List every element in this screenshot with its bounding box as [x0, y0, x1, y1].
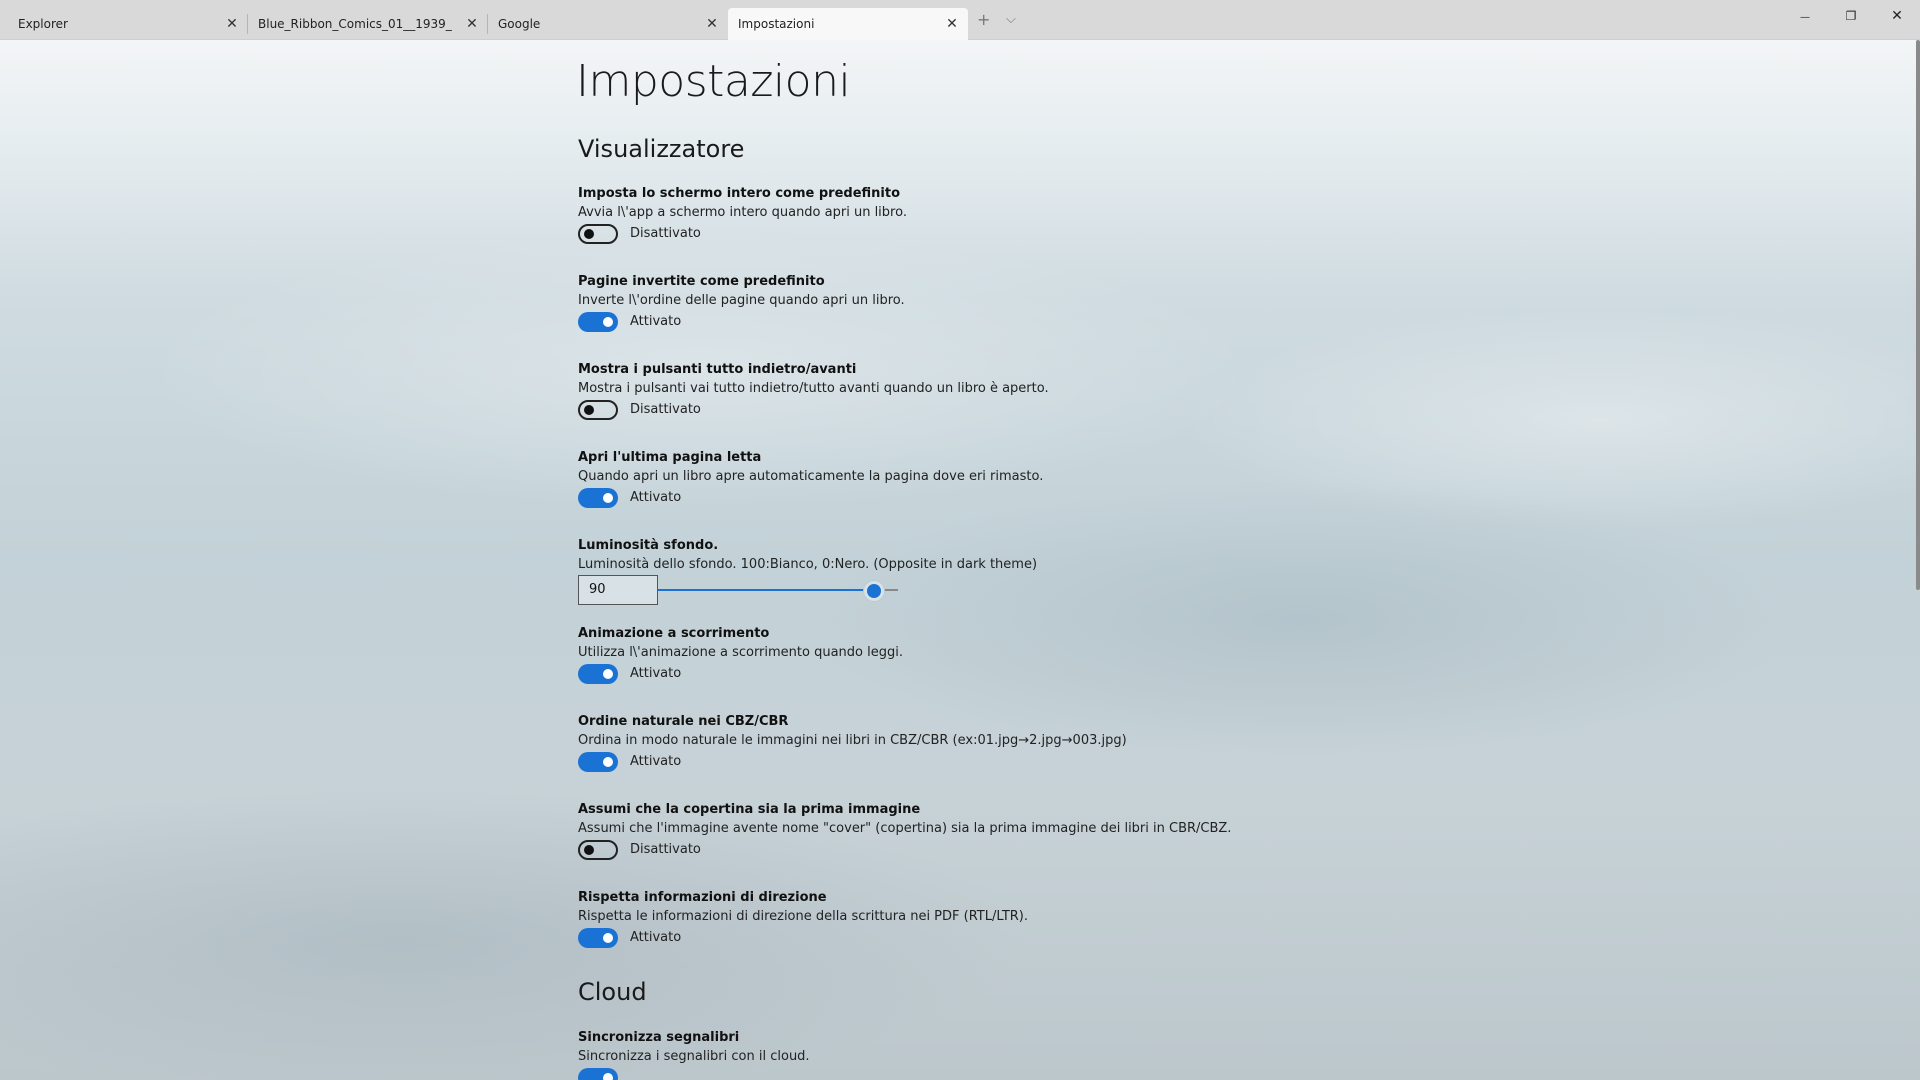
- setting-first-last-buttons: Mostra i pulsanti tutto indietro/avanti …: [578, 362, 1478, 442]
- setting-inverted-pages: Pagine invertite come predefinito Invert…: [578, 274, 1478, 354]
- scrollbar[interactable]: [1916, 40, 1920, 590]
- toggle-switch[interactable]: [578, 840, 618, 860]
- toggle-switch[interactable]: [578, 928, 618, 948]
- setting-natural-order: Ordine naturale nei CBZ/CBR Ordina in mo…: [578, 714, 1478, 794]
- brightness-value-input[interactable]: 90: [578, 575, 658, 605]
- tab-label: Explorer: [18, 17, 68, 31]
- setting-background-brightness: Luminosità sfondo. Luminosità dello sfon…: [578, 538, 1478, 618]
- section-title-cloud: Cloud: [578, 978, 647, 1006]
- toggle-knob: [603, 669, 613, 679]
- setting-description: Luminosità dello sfondo. 100:Bianco, 0:N…: [578, 557, 1038, 572]
- toggle-knob: [584, 229, 594, 239]
- setting-title: Sincronizza segnalibri: [578, 1030, 740, 1045]
- close-icon[interactable]: ✕: [944, 16, 960, 32]
- setting-description: Avvia l\'app a schermo intero quando apr…: [578, 205, 907, 220]
- toggle-switch[interactable]: [578, 488, 618, 508]
- toggle-switch[interactable]: [578, 224, 618, 244]
- minimize-icon: —: [1800, 12, 1810, 23]
- toggle-state-label: Disattivato: [630, 226, 701, 241]
- toggle-switch[interactable]: [578, 752, 618, 772]
- close-icon[interactable]: ✕: [464, 16, 480, 32]
- tab-label: Google: [498, 17, 541, 31]
- setting-scroll-animation: Animazione a scorrimento Utilizza l\'ani…: [578, 626, 1478, 706]
- brightness-slider-thumb[interactable]: [864, 581, 884, 601]
- toggle-knob: [603, 757, 613, 767]
- section-title-viewer: Visualizzatore: [578, 135, 745, 163]
- setting-description: Sincronizza i segnalibri con il cloud.: [578, 1049, 810, 1064]
- toggle-state-label: Disattivato: [630, 842, 701, 857]
- title-bar: Explorer ✕ Blue_Ribbon_Comics_01__1939_ …: [0, 0, 1920, 40]
- setting-title: Luminosità sfondo.: [578, 538, 719, 553]
- setting-cover-first-image: Assumi che la copertina sia la prima imm…: [578, 802, 1478, 882]
- toggle-knob: [584, 405, 594, 415]
- toggle-state-label: Attivato: [630, 666, 682, 681]
- tab-blue-ribbon-comics[interactable]: Blue_Ribbon_Comics_01__1939_ ✕: [248, 8, 488, 40]
- setting-description: Rispetta le informazioni di direzione de…: [578, 909, 1028, 924]
- toggle-switch[interactable]: [578, 312, 618, 332]
- setting-description: Quando apri un libro apre automaticament…: [578, 469, 1044, 484]
- setting-description: Inverte l\'ordine delle pagine quando ap…: [578, 293, 905, 308]
- setting-fullscreen-default: Imposta lo schermo intero come predefini…: [578, 186, 1478, 266]
- setting-title: Imposta lo schermo intero come predefini…: [578, 186, 900, 201]
- brightness-slider-fill: [658, 589, 874, 591]
- plus-icon[interactable]: +: [977, 12, 990, 28]
- tab-label: Blue_Ribbon_Comics_01__1939_: [258, 17, 452, 31]
- close-icon[interactable]: ✕: [224, 16, 240, 32]
- toggle-switch[interactable]: [578, 1068, 618, 1080]
- setting-description: Mostra i pulsanti vai tutto indietro/tut…: [578, 381, 1049, 396]
- close-icon: ✕: [1891, 8, 1903, 24]
- brightness-slider-track[interactable]: [658, 589, 898, 591]
- setting-description: Assumi che l'immagine avente nome "cover…: [578, 821, 1232, 836]
- minimize-button[interactable]: —: [1782, 4, 1828, 28]
- setting-description: Utilizza l\'animazione a scorrimento qua…: [578, 645, 903, 660]
- toggle-state-label: Attivato: [630, 490, 682, 505]
- close-icon[interactable]: ✕: [704, 16, 720, 32]
- chevron-down-icon[interactable]: ⌵: [1006, 12, 1016, 28]
- setting-description: Ordina in modo naturale le immagini nei …: [578, 733, 1127, 748]
- setting-title: Animazione a scorrimento: [578, 626, 770, 641]
- toggle-state-label: Disattivato: [630, 402, 701, 417]
- page-title: Impostazioni: [576, 56, 851, 107]
- setting-sync-bookmarks: Sincronizza segnalibri Sincronizza i seg…: [578, 1030, 1478, 1080]
- tab-label: Impostazioni: [738, 17, 815, 31]
- tab-google[interactable]: Google ✕: [488, 8, 728, 40]
- setting-title: Pagine invertite come predefinito: [578, 274, 825, 289]
- toggle-state-label: Attivato: [630, 314, 682, 329]
- setting-title: Rispetta informazioni di direzione: [578, 890, 827, 905]
- toggle-state-label: Attivato: [630, 930, 682, 945]
- toggle-knob: [603, 933, 613, 943]
- toggle-switch[interactable]: [578, 400, 618, 420]
- toggle-knob: [603, 317, 613, 327]
- restore-button[interactable]: ❐: [1828, 4, 1874, 28]
- restore-icon: ❐: [1845, 9, 1857, 23]
- setting-respect-direction: Rispetta informazioni di direzione Rispe…: [578, 890, 1478, 970]
- toggle-knob: [603, 493, 613, 503]
- settings-page: Impostazioni Visualizzatore Imposta lo s…: [576, 40, 1476, 1080]
- setting-open-last-page: Apri l'ultima pagina letta Quando apri u…: [578, 450, 1478, 530]
- setting-title: Mostra i pulsanti tutto indietro/avanti: [578, 362, 857, 377]
- tab-explorer[interactable]: Explorer ✕: [8, 8, 248, 40]
- setting-title: Assumi che la copertina sia la prima imm…: [578, 802, 921, 817]
- tab-impostazioni[interactable]: Impostazioni ✕: [728, 8, 968, 40]
- setting-title: Apri l'ultima pagina letta: [578, 450, 762, 465]
- toggle-switch[interactable]: [578, 664, 618, 684]
- setting-title: Ordine naturale nei CBZ/CBR: [578, 714, 789, 729]
- toggle-state-label: Attivato: [630, 754, 682, 769]
- toggle-knob: [603, 1073, 613, 1080]
- toggle-knob: [584, 845, 594, 855]
- window-close-button[interactable]: ✕: [1874, 4, 1920, 28]
